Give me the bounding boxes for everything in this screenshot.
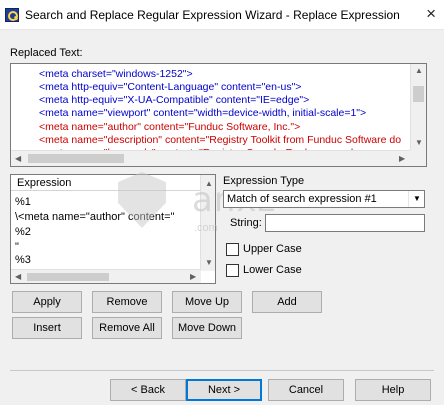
expression-list-item[interactable]: %2 bbox=[15, 226, 31, 239]
upper-case-label[interactable]: Upper Case bbox=[243, 243, 302, 255]
cancel-button[interactable]: Cancel bbox=[268, 379, 344, 401]
replaced-text-line: <meta http-equiv="Content-Language" cont… bbox=[39, 81, 302, 93]
expression-type-select[interactable]: Match of search expression #1 ▼ bbox=[223, 190, 425, 208]
replaced-text-vertical-scrollbar[interactable]: ▲ ▼ bbox=[410, 64, 426, 150]
apply-button[interactable]: Apply bbox=[12, 291, 82, 313]
replaced-text-horizontal-scrollbar[interactable]: ◀ ▶ bbox=[11, 150, 412, 166]
replaced-text-line: <meta http-equiv="X-UA-Compatible" conte… bbox=[39, 94, 310, 106]
replaced-text-box[interactable]: <meta charset="windows-1252"> <meta http… bbox=[10, 63, 427, 167]
move-up-button[interactable]: Move Up bbox=[172, 291, 242, 313]
scroll-thumb[interactable] bbox=[28, 154, 124, 163]
next-button[interactable]: Next > bbox=[186, 379, 262, 401]
scroll-down-arrow-icon[interactable]: ▼ bbox=[205, 259, 213, 267]
scroll-corner bbox=[410, 150, 426, 166]
footer-divider bbox=[10, 370, 434, 371]
close-icon[interactable]: × bbox=[426, 4, 436, 24]
remove-button[interactable]: Remove bbox=[92, 291, 162, 313]
replaced-text-line: <meta name="description" content="Regist… bbox=[39, 134, 402, 146]
help-button[interactable]: Help bbox=[355, 379, 431, 401]
expression-list-item[interactable]: %3 bbox=[15, 254, 31, 267]
scroll-thumb[interactable] bbox=[413, 86, 424, 102]
expression-list-item[interactable]: %1 bbox=[15, 196, 31, 209]
scroll-thumb[interactable] bbox=[27, 273, 109, 281]
string-label: String: bbox=[230, 217, 262, 229]
upper-case-checkbox[interactable] bbox=[226, 243, 239, 256]
move-down-button[interactable]: Move Down bbox=[172, 317, 242, 339]
replaced-text-line: <meta charset="windows-1252"> bbox=[39, 68, 193, 80]
title-bar: Search and Replace Regular Expression Wi… bbox=[0, 0, 444, 30]
string-input[interactable] bbox=[265, 214, 425, 232]
watermark-sub: .com bbox=[194, 222, 218, 234]
chevron-down-icon: ▼ bbox=[413, 194, 421, 203]
search-app-icon bbox=[5, 8, 19, 22]
scroll-right-arrow-icon[interactable]: ▶ bbox=[190, 273, 196, 281]
dropdown-button[interactable]: ▼ bbox=[408, 191, 424, 207]
lower-case-label[interactable]: Lower Case bbox=[243, 264, 302, 276]
scroll-up-arrow-icon[interactable]: ▲ bbox=[415, 67, 423, 75]
watermark-shield-icon bbox=[118, 172, 166, 228]
replaced-text-content: <meta charset="windows-1252"> <meta http… bbox=[11, 66, 410, 152]
lower-case-checkbox[interactable] bbox=[226, 264, 239, 277]
scroll-left-arrow-icon[interactable]: ◀ bbox=[15, 155, 21, 163]
scroll-down-arrow-icon[interactable]: ▼ bbox=[415, 139, 423, 147]
replaced-text-label: Replaced Text: bbox=[10, 47, 83, 59]
expression-horizontal-scrollbar[interactable]: ◀ ▶ bbox=[11, 269, 201, 283]
add-button[interactable]: Add bbox=[252, 291, 322, 313]
expression-type-label: Expression Type bbox=[223, 175, 305, 187]
scroll-left-arrow-icon[interactable]: ◀ bbox=[15, 273, 21, 281]
replaced-text-line: <meta name="author" content="Funduc Soft… bbox=[39, 121, 301, 133]
insert-button[interactable]: Insert bbox=[12, 317, 82, 339]
replaced-text-line: <meta name="viewport" content="width=dev… bbox=[39, 107, 367, 119]
expression-list-item[interactable]: " bbox=[15, 241, 19, 254]
expression-type-value: Match of search expression #1 bbox=[227, 193, 377, 205]
scroll-right-arrow-icon[interactable]: ▶ bbox=[399, 155, 405, 163]
back-button[interactable]: < Back bbox=[110, 379, 186, 401]
window-title: Search and Replace Regular Expression Wi… bbox=[25, 8, 400, 22]
remove-all-button[interactable]: Remove All bbox=[92, 317, 162, 339]
